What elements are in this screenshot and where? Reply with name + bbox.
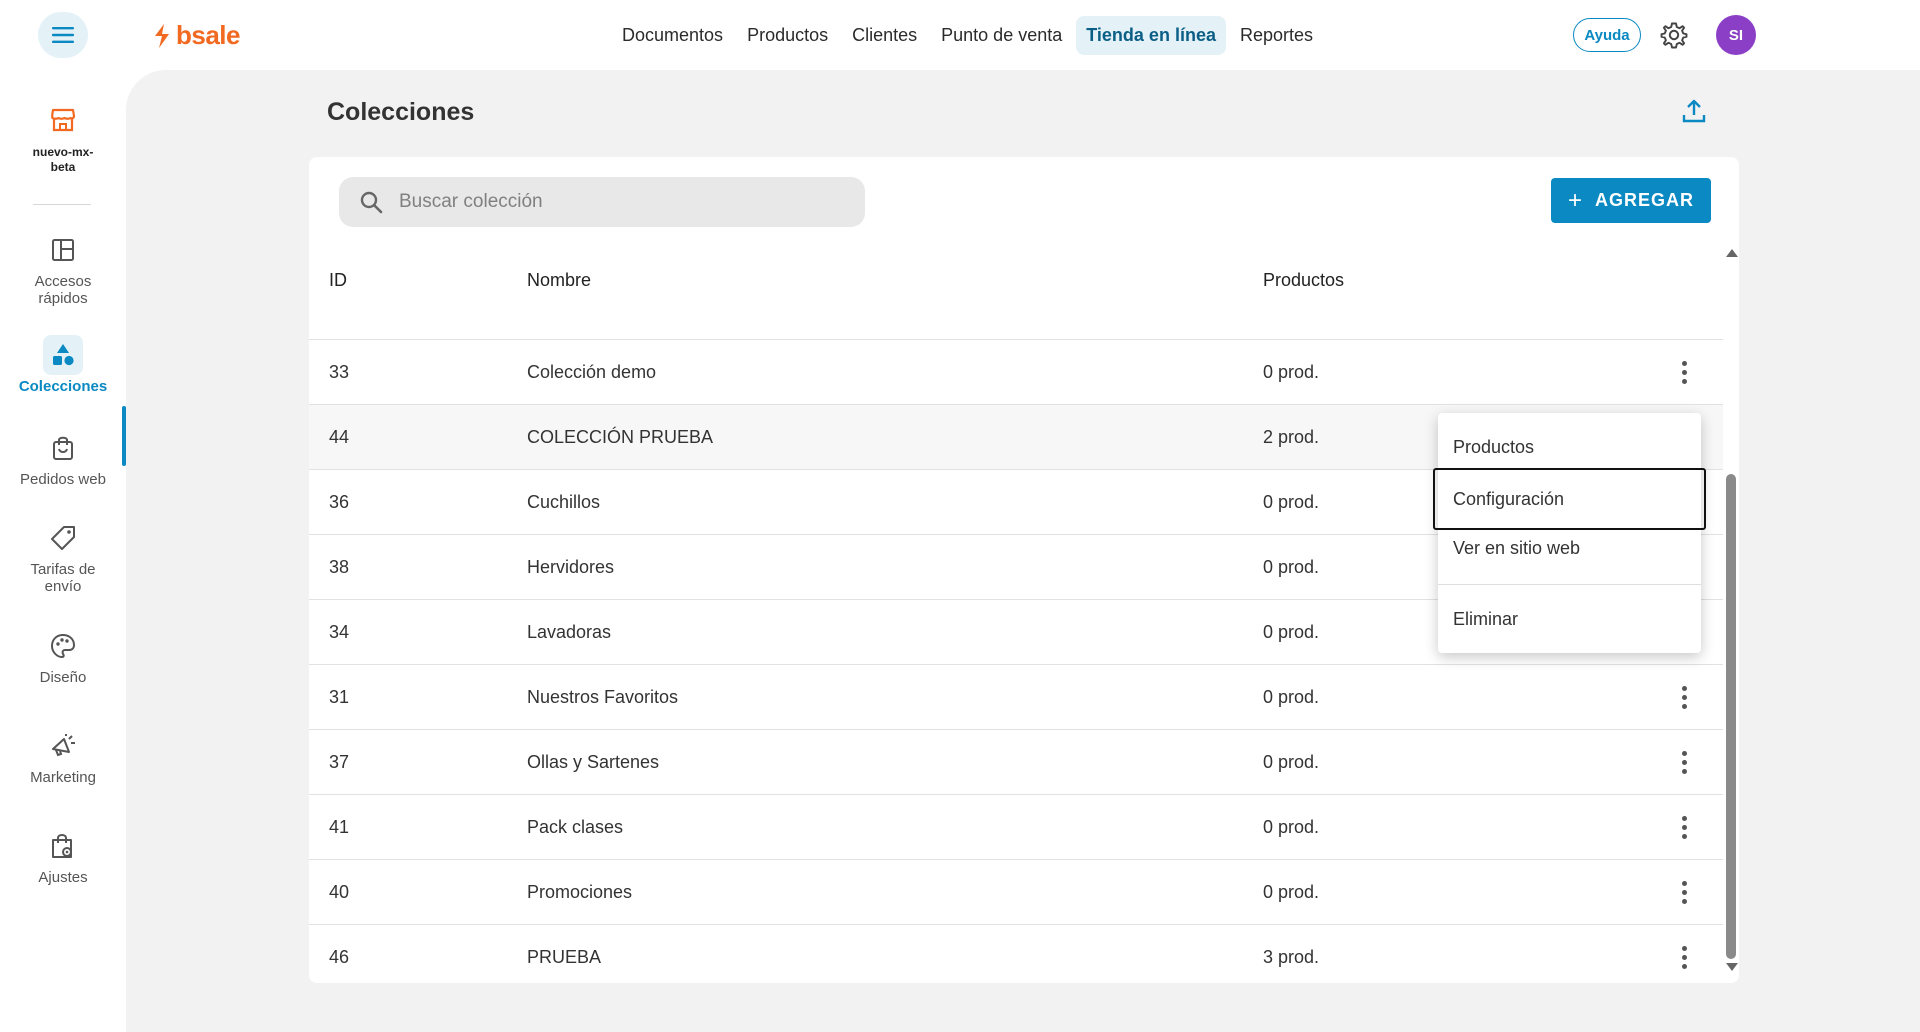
more-options-icon[interactable] <box>1672 878 1696 906</box>
menu-item-configuracion[interactable]: Configuración <box>1433 468 1706 530</box>
nav-clientes[interactable]: Clientes <box>842 16 927 55</box>
more-options-icon[interactable] <box>1672 813 1696 841</box>
table-header: ID Nombre Productos <box>309 242 1723 340</box>
store-name: nuevo-mx- beta <box>32 145 94 174</box>
table-row[interactable]: 31 Nuestros Favoritos 0 prod. <box>309 665 1723 730</box>
sidebar-item-ajustes[interactable]: Ajustes <box>0 826 126 886</box>
table-row[interactable]: 40 Promociones 0 prod. <box>309 860 1723 925</box>
tag-icon <box>43 518 83 558</box>
brand-logo[interactable]: bsale <box>152 20 241 51</box>
sidebar-divider <box>33 204 91 205</box>
add-collection-button[interactable]: + AGREGAR <box>1551 178 1711 223</box>
top-bar: bsale Documentos Productos Clientes Punt… <box>0 0 1920 70</box>
brand-name: bsale <box>176 20 241 50</box>
plus-icon: + <box>1567 186 1583 214</box>
nav-documentos[interactable]: Documentos <box>612 16 733 55</box>
row-context-menu: Productos Configuración Ver en sitio web… <box>1433 413 1706 653</box>
help-button[interactable]: Ayuda <box>1573 18 1641 52</box>
sidebar-item-tarifas-de-envio[interactable]: Tarifas de envío <box>0 518 126 595</box>
page-title: Colecciones <box>327 98 475 126</box>
scroll-up-icon[interactable] <box>1726 249 1738 257</box>
sidebar-item-colecciones[interactable]: Colecciones <box>0 335 126 395</box>
search-input[interactable] <box>399 191 839 213</box>
search-icon <box>360 191 383 214</box>
nav-punto-de-venta[interactable]: Punto de venta <box>931 16 1072 55</box>
table-row[interactable]: 37 Ollas y Sartenes 0 prod. <box>309 730 1723 795</box>
settings-bag-icon <box>43 826 83 866</box>
table-row[interactable]: 33 Colección demo 0 prod. <box>309 340 1723 405</box>
store-selector[interactable]: nuevo-mx- beta <box>0 106 126 175</box>
nav-productos[interactable]: Productos <box>737 16 838 55</box>
store-icon <box>51 108 76 132</box>
sidebar-item-marketing[interactable]: Marketing <box>0 726 126 786</box>
palette-icon <box>43 626 83 666</box>
sidebar-item-pedidos-web[interactable]: Pedidos web <box>0 428 126 488</box>
avatar[interactable]: SI <box>1716 15 1756 55</box>
layout-icon <box>43 230 83 270</box>
menu-item-eliminar[interactable]: Eliminar <box>1438 595 1701 643</box>
sidebar: nuevo-mx- beta Accesos rápidos Coleccione… <box>0 70 126 1032</box>
sidebar-item-diseno[interactable]: Diseño <box>0 626 126 686</box>
menu-item-productos[interactable]: Productos <box>1438 423 1701 471</box>
table-row[interactable]: 41 Pack clases 0 prod. <box>309 795 1723 860</box>
megaphone-icon <box>43 726 83 766</box>
shopping-bag-icon <box>43 428 83 468</box>
sidebar-item-accesos-rapidos[interactable]: Accesos rápidos <box>0 230 126 307</box>
search-box[interactable] <box>339 177 865 227</box>
more-options-icon[interactable] <box>1672 358 1696 386</box>
table-row[interactable]: 46 PRUEBA 3 prod. <box>309 925 1723 990</box>
gear-icon[interactable] <box>1660 21 1688 49</box>
menu-icon[interactable] <box>38 12 88 58</box>
more-options-icon[interactable] <box>1672 943 1696 971</box>
nav-reportes[interactable]: Reportes <box>1230 16 1323 55</box>
shapes-icon <box>43 335 83 375</box>
bsale-logo-icon <box>155 23 169 48</box>
column-header-id[interactable]: ID <box>329 270 347 291</box>
column-header-productos[interactable]: Productos <box>1263 270 1344 291</box>
nav-tienda-en-linea[interactable]: Tienda en línea <box>1076 16 1226 55</box>
scroll-down-icon[interactable] <box>1726 963 1738 971</box>
more-options-icon[interactable] <box>1672 683 1696 711</box>
more-options-icon[interactable] <box>1672 748 1696 776</box>
scrollbar[interactable] <box>1723 249 1739 971</box>
column-header-nombre[interactable]: Nombre <box>527 270 591 291</box>
menu-divider <box>1438 584 1701 585</box>
menu-item-ver-en-sitio-web[interactable]: Ver en sitio web <box>1438 524 1701 572</box>
main-nav: Documentos Productos Clientes Punto de v… <box>612 16 1323 55</box>
upload-icon[interactable] <box>1681 98 1707 124</box>
scrollbar-thumb[interactable] <box>1726 474 1736 959</box>
